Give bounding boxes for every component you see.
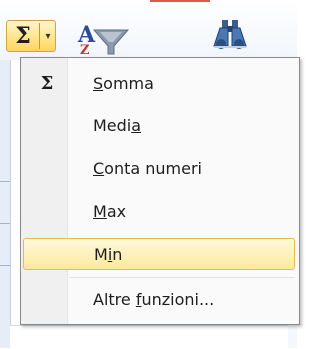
autosum-split-button[interactable]: Σ ▾ xyxy=(6,20,56,52)
menu-item-label: Somma xyxy=(93,74,154,93)
menu-item-somma[interactable]: Σ Somma xyxy=(23,68,295,100)
worksheet-bottom-edge xyxy=(10,325,288,349)
sort-filter-icon[interactable]: A Z xyxy=(74,18,134,56)
menu-item-altre-funzioni[interactable]: Altre funzioni... xyxy=(23,284,295,316)
menu-item-label: Max xyxy=(93,202,127,221)
ribbon-top-accent xyxy=(150,0,210,2)
menu-item-label: Min xyxy=(94,245,123,264)
row-gridline xyxy=(0,265,10,266)
menu-separator xyxy=(69,277,295,278)
menu-item-media[interactable]: Media xyxy=(23,110,295,142)
split-divider xyxy=(39,23,40,49)
menu-item-min[interactable]: Min xyxy=(23,238,295,270)
chevron-down-icon[interactable]: ▾ xyxy=(41,21,55,51)
row-gridline xyxy=(0,223,10,224)
autosum-dropdown-menu: Σ Somma Media Conta numeri Max Min Altre… xyxy=(20,57,300,325)
menu-item-conta-numeri[interactable]: Conta numeri xyxy=(23,153,295,185)
sigma-icon: Σ xyxy=(40,73,54,94)
menu-item-label: Media xyxy=(93,116,142,135)
menu-item-label: Conta numeri xyxy=(93,159,202,178)
binoculars-icon[interactable] xyxy=(210,18,250,52)
row-gridline xyxy=(0,181,10,182)
svg-text:Z: Z xyxy=(80,43,90,56)
menu-item-max[interactable]: Max xyxy=(23,196,295,228)
autosum-sigma-icon[interactable]: Σ xyxy=(7,21,39,51)
worksheet-left-edge xyxy=(0,60,11,348)
menu-item-label: Altre funzioni... xyxy=(93,290,215,309)
